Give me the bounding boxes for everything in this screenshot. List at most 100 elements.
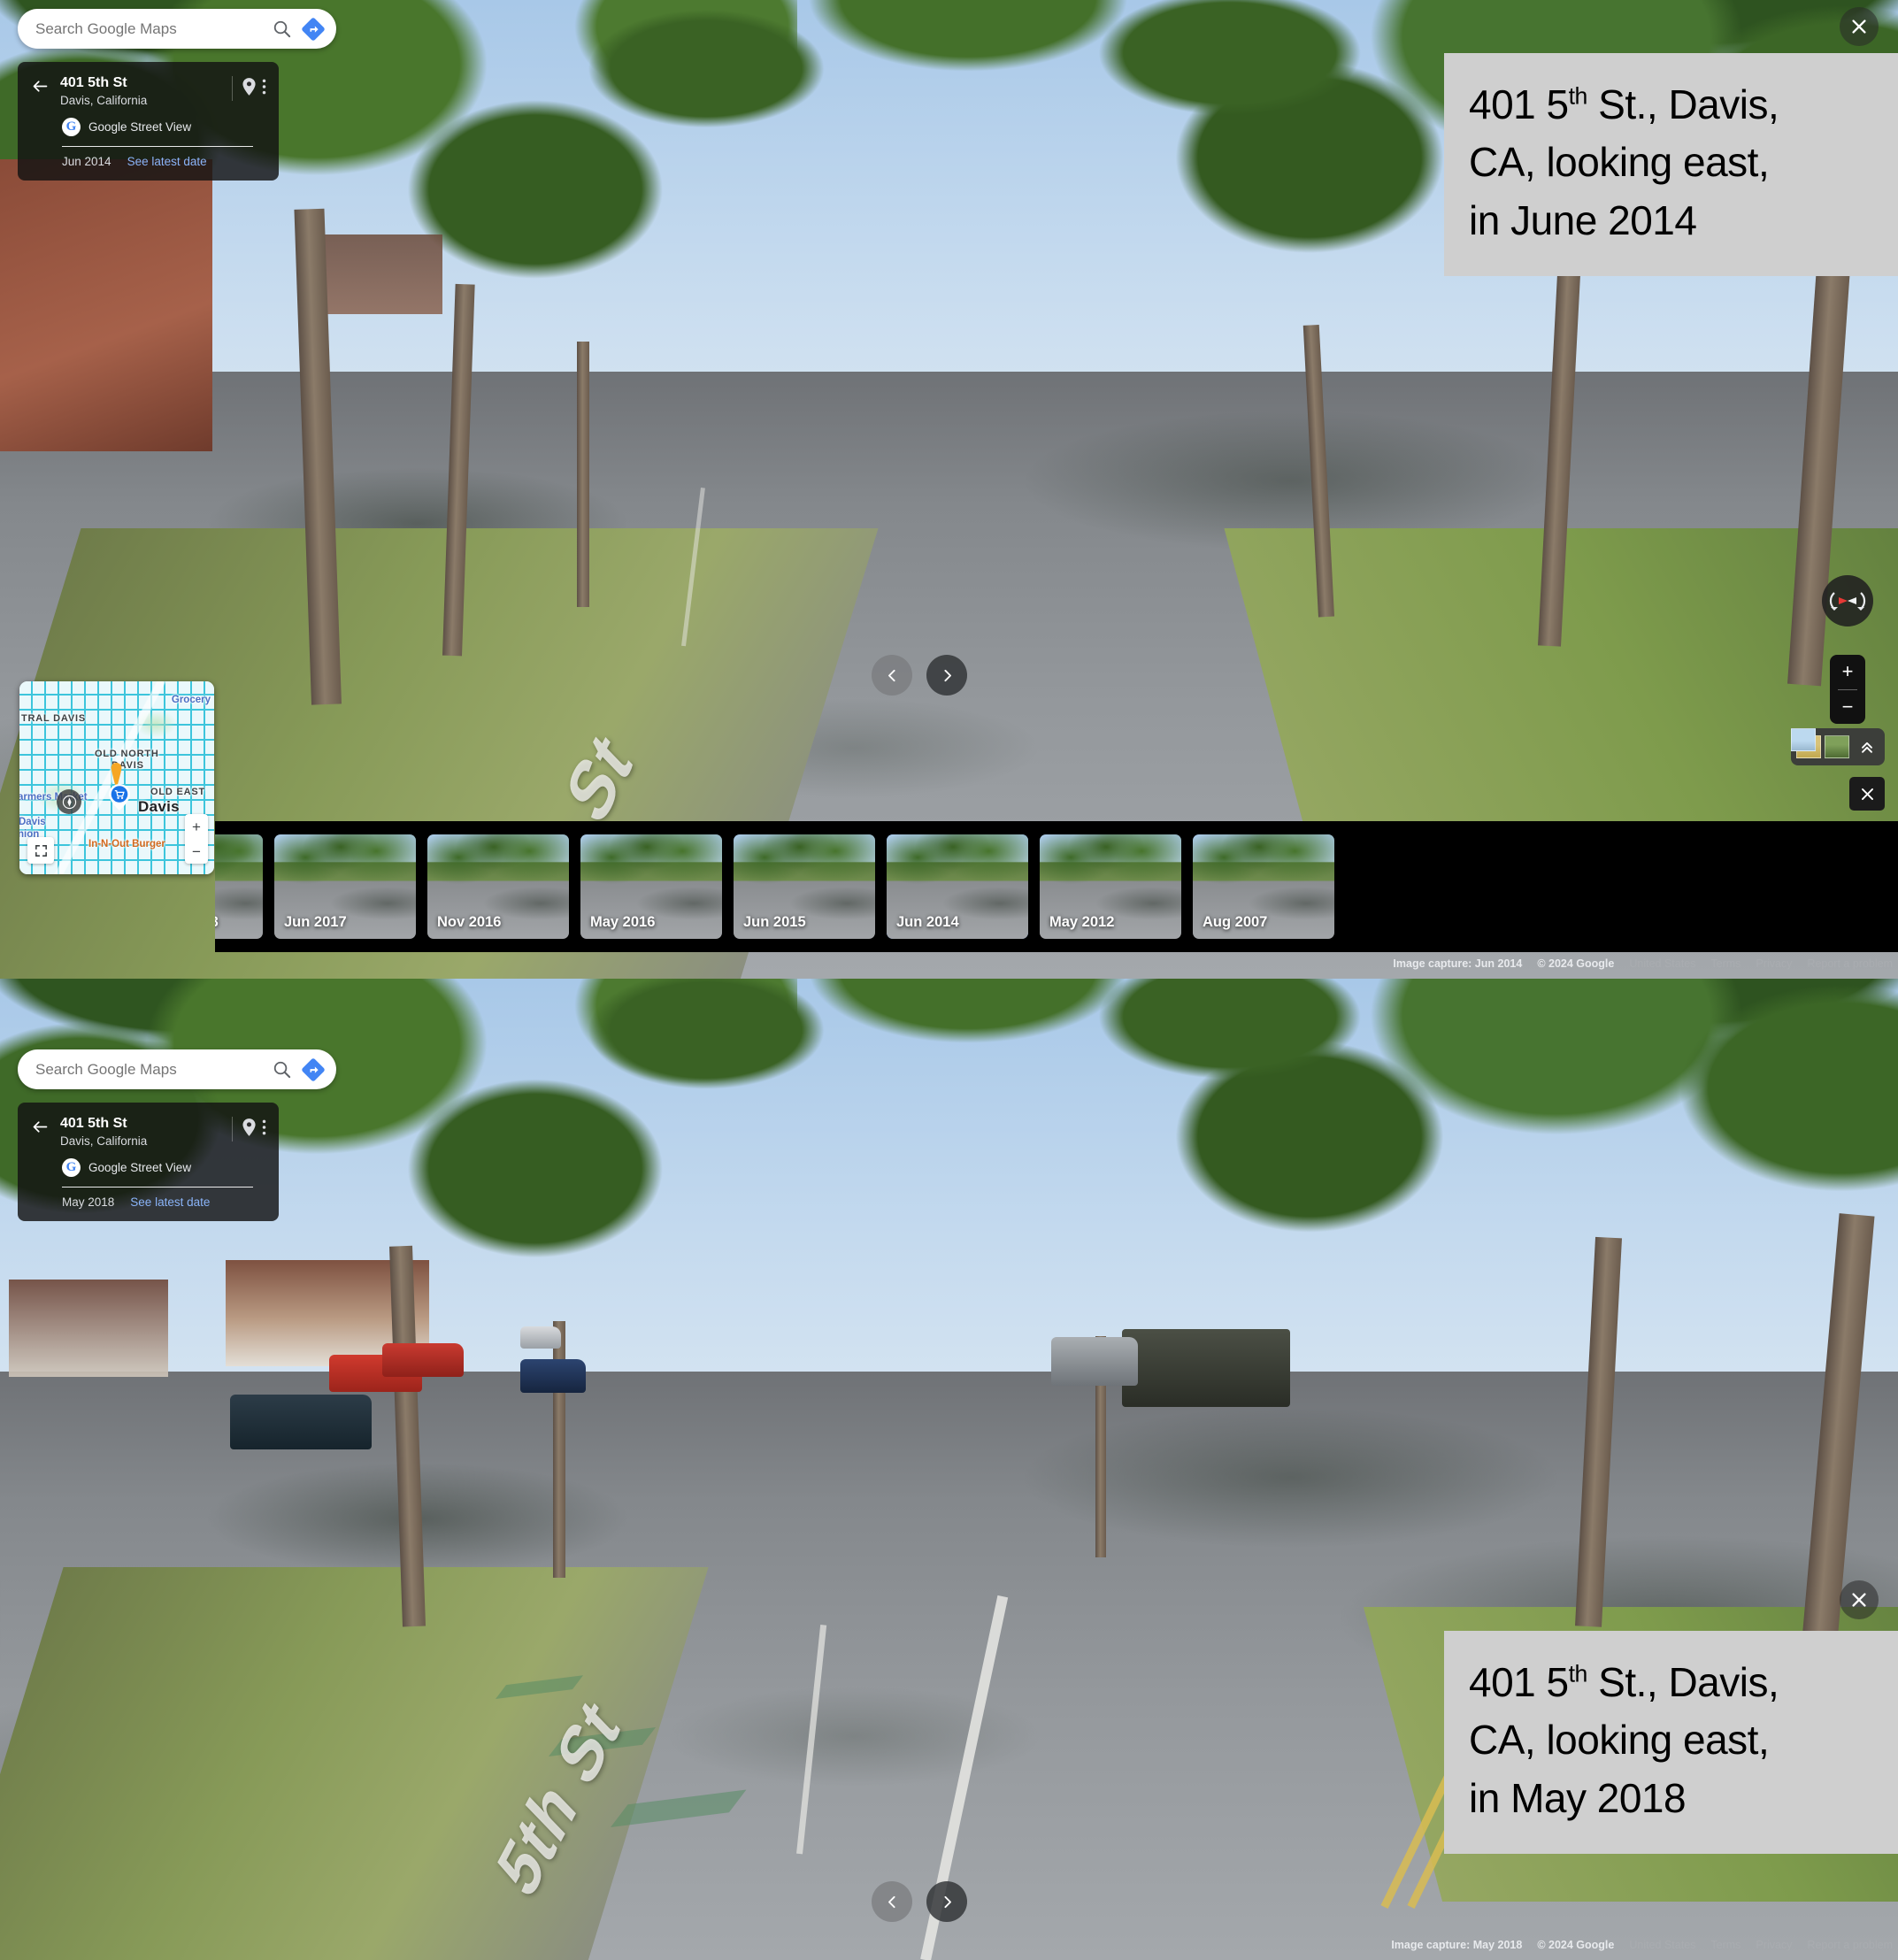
country-link[interactable]: United States [1629, 1939, 1695, 1951]
vehicle [382, 1343, 464, 1377]
chevron-left-icon [888, 1895, 895, 1908]
timeline-thumbnail-image [215, 834, 263, 939]
vehicle [230, 1395, 372, 1449]
minimap-2014[interactable]: TRAL DAVIS Grocery OLD NORTH DAVIS OLD E… [19, 681, 214, 874]
timeline-thumbnail-label: May 2012 [1049, 914, 1115, 930]
country-link[interactable]: United States [1629, 957, 1695, 970]
search-input[interactable] [35, 1060, 263, 1079]
tree-canopy-center [531, 0, 1405, 343]
minimap-expand-button[interactable] [27, 837, 54, 864]
street-view-nav-buttons [872, 655, 967, 696]
timeline-thumbnail-selected[interactable]: Jun 2014 [887, 834, 1028, 939]
capture-date: May 2018 [62, 1195, 115, 1210]
vehicle [520, 1359, 586, 1393]
timeline-thumbnail-label: Aug 2007 [1203, 914, 1268, 930]
tree-trunk [577, 341, 589, 607]
timeline-strip-2014[interactable]: 2018 Jun 2017 Nov 2016 May 2016 Jun 2015… [215, 821, 1898, 952]
photo-thumbnail[interactable] [1791, 728, 1816, 751]
place-info-card: 401 5th St Davis, California G Google St… [18, 62, 279, 181]
timeline-thumbnail-label: Jun 2014 [896, 914, 959, 930]
search-input[interactable] [35, 19, 263, 38]
minimap-farmers-market-pin-icon [108, 784, 131, 811]
close-timeline-button[interactable] [1849, 777, 1885, 811]
minimap-compass-icon[interactable] [57, 789, 81, 814]
close-streetview-button[interactable] [1840, 1580, 1879, 1619]
copyright-text: © 2024 Google [1537, 1939, 1615, 1951]
timeline-thumbnail-label: May 2016 [590, 914, 656, 930]
capture-date: Jun 2014 [62, 155, 111, 169]
chevron-right-icon [943, 1895, 951, 1908]
back-arrow-icon[interactable] [28, 74, 51, 97]
more-options-icon[interactable] [262, 1118, 266, 1141]
place-title: 401 5th St [60, 75, 127, 90]
caption-line3: in May 2018 [1469, 1774, 1687, 1821]
expand-photos-chevron-up-icon[interactable] [1858, 738, 1876, 756]
provider-label: Google Street View [88, 120, 192, 135]
divider [62, 146, 253, 148]
close-icon [1852, 19, 1866, 34]
terms-link[interactable]: Terms [1710, 957, 1740, 970]
timeline-thumbnail[interactable]: Nov 2016 [427, 834, 569, 939]
search-icon[interactable] [272, 19, 292, 39]
report-problem-link[interactable]: Report a problem [1807, 1939, 1893, 1951]
house-left [9, 1280, 168, 1377]
place-subtitle: Davis, California [60, 1134, 148, 1149]
timeline-thumbnail[interactable]: May 2016 [580, 834, 722, 939]
minimap-zoom-control[interactable]: + − [185, 814, 208, 864]
photo-thumbnail[interactable] [1825, 735, 1849, 758]
search-bar[interactable] [18, 9, 336, 49]
timeline-thumbnail-label: Jun 2015 [743, 914, 806, 930]
next-position-button[interactable] [926, 655, 967, 696]
caption-line1-pre: 401 5 [1469, 81, 1569, 127]
nearby-photos-strip[interactable] [1791, 728, 1885, 765]
map-pin-icon[interactable] [242, 77, 257, 101]
divider [62, 1187, 253, 1188]
divider [232, 76, 233, 101]
tree-canopy-center [531, 979, 1405, 1264]
timeline-thumbnail[interactable]: Jun 2017 [274, 834, 416, 939]
close-icon [1852, 1593, 1866, 1607]
terms-link[interactable]: Terms [1710, 1939, 1740, 1951]
previous-position-button[interactable] [872, 655, 912, 696]
directions-icon[interactable] [301, 1057, 326, 1082]
timeline-thumbnail[interactable]: May 2012 [1040, 834, 1181, 939]
previous-position-button[interactable] [872, 1881, 912, 1922]
timeline-thumbnail-label: Nov 2016 [437, 914, 502, 930]
streetview-zoom-control[interactable]: + − [1830, 655, 1865, 724]
back-arrow-icon[interactable] [28, 1115, 51, 1138]
map-pin-icon[interactable] [242, 1118, 257, 1141]
see-latest-date-link[interactable]: See latest date [130, 1195, 210, 1209]
see-latest-date-link[interactable]: See latest date [127, 155, 207, 168]
zoom-in-button[interactable]: + [1830, 655, 1865, 689]
fullscreen-icon [35, 844, 47, 857]
compass-control[interactable] [1822, 575, 1873, 626]
more-options-icon[interactable] [262, 77, 266, 101]
timeline-thumbnail[interactable]: Jun 2015 [734, 834, 875, 939]
pickup-truck [1051, 1337, 1138, 1386]
timeline-thumbnail[interactable]: 2018 [215, 834, 263, 939]
google-logo-icon: G [62, 1158, 81, 1178]
report-problem-link[interactable]: Report a problem [1807, 957, 1893, 970]
chevron-right-icon [943, 669, 951, 681]
next-position-button[interactable] [926, 1881, 967, 1922]
privacy-link[interactable]: Privacy [1756, 1939, 1792, 1951]
privacy-link[interactable]: Privacy [1756, 957, 1792, 970]
minimap-zoom-out-button[interactable]: − [185, 839, 208, 864]
caption-line2: CA, looking east, [1469, 1717, 1770, 1764]
caption-line3: in June 2014 [1469, 196, 1697, 243]
close-icon [1861, 788, 1873, 800]
directions-icon[interactable] [301, 17, 326, 42]
google-logo-icon: G [62, 118, 81, 137]
search-bar[interactable] [18, 1049, 336, 1089]
attribution-bar-2014: Image capture: Jun 2014 © 2024 Google Un… [1393, 957, 1893, 970]
truck [1122, 1329, 1290, 1407]
caption-ordinal-suffix: th [1568, 82, 1588, 110]
place-subtitle: Davis, California [60, 94, 148, 108]
minimap-zoom-in-button[interactable]: + [185, 814, 208, 839]
zoom-out-button[interactable]: − [1830, 689, 1865, 724]
search-icon[interactable] [272, 1059, 292, 1080]
close-streetview-button[interactable] [1840, 7, 1879, 46]
caption-line1-pre: 401 5 [1469, 1659, 1569, 1705]
timeline-thumbnail[interactable]: Aug 2007 [1193, 834, 1334, 939]
annotation-caption-2014: 401 5th St., Davis, CA, looking east, in… [1444, 53, 1898, 276]
